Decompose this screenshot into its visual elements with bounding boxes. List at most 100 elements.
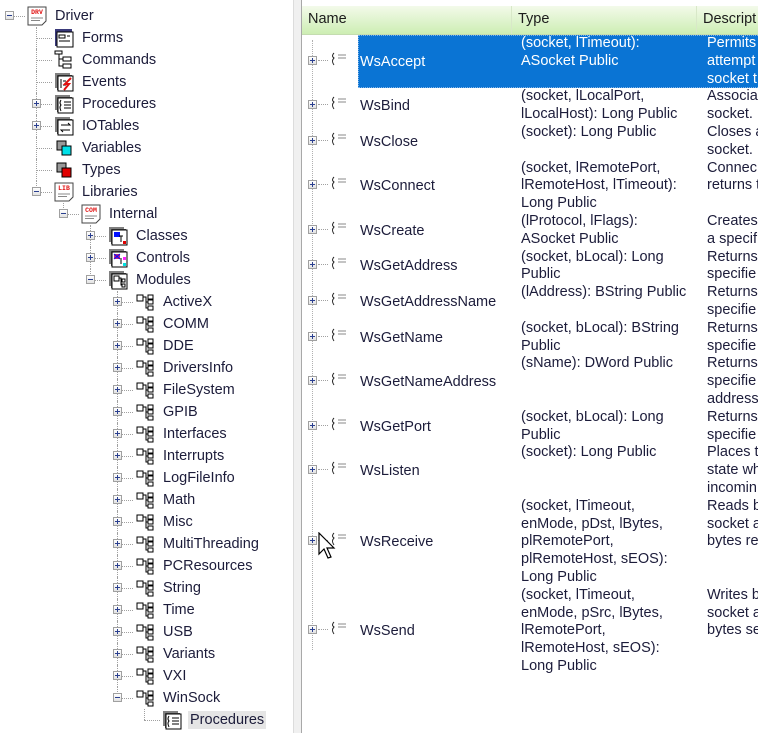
expand-icon[interactable] (308, 224, 317, 234)
expand-icon[interactable] (308, 55, 317, 65)
list-row-wsaccept[interactable]: WsAccept (socket, lTimeout): ASocket Publi… (302, 35, 758, 89)
tree-item-label[interactable]: Modules (134, 271, 193, 289)
collapse-icon[interactable] (113, 693, 122, 702)
tree-item-variants[interactable]: Variants (0, 643, 293, 665)
tree-item-label[interactable]: Procedures (80, 95, 158, 113)
expand-icon[interactable] (113, 517, 122, 526)
column-header-description[interactable]: Descript (697, 6, 758, 34)
tree-item-label[interactable]: Types (80, 161, 123, 179)
list-row-wsclose[interactable]: WsClose (socket): Long Public Closes a sock… (302, 124, 758, 160)
collapse-icon[interactable] (59, 209, 68, 218)
expand-icon[interactable] (113, 363, 122, 372)
expand-icon[interactable] (308, 625, 317, 635)
tree-item-label[interactable]: Variables (80, 139, 143, 157)
list-row-wsconnect[interactable]: WsConnect (socket, lRemotePort, lRemoteHos… (302, 160, 758, 213)
project-tree[interactable]: DRV Driver Forms Commands Events Procedures IO… (0, 0, 293, 733)
tree-item-label[interactable]: Time (161, 601, 197, 619)
expand-icon[interactable] (113, 451, 122, 460)
tree-item-winsock[interactable]: WinSock (0, 687, 293, 709)
procedure-name[interactable]: WsListen (360, 463, 510, 481)
procedure-name[interactable]: WsGetAddressName (360, 294, 510, 312)
tree-item-events[interactable]: Events (0, 71, 293, 93)
expand-icon[interactable] (113, 627, 122, 636)
expand-icon[interactable] (113, 605, 122, 614)
tree-item-math[interactable]: Math (0, 489, 293, 511)
list-row-wsgetport[interactable]: WsGetPort (socket, bLocal): Long Public Ret… (302, 409, 758, 445)
tree-item-label[interactable]: Events (80, 73, 128, 91)
collapse-icon[interactable] (5, 11, 14, 20)
expand-icon[interactable] (308, 376, 317, 386)
tree-item-label[interactable]: Procedures (188, 711, 267, 729)
tree-item-internal[interactable]: COM Internal (0, 203, 293, 225)
tree-item-label[interactable]: Forms (80, 29, 125, 47)
tree-item-pcresources[interactable]: PCResources (0, 555, 293, 577)
expand-icon[interactable] (113, 385, 122, 394)
procedure-name[interactable]: WsGetPort (360, 419, 510, 437)
expand-icon[interactable] (308, 135, 317, 145)
tree-item-label[interactable]: VXI (161, 667, 188, 685)
tree-item-interrupts[interactable]: Interrupts (0, 445, 293, 467)
tree-item-label[interactable]: USB (161, 623, 195, 641)
procedure-list[interactable]: Name Type Descript WsAccept (socket, lTim… (302, 0, 758, 733)
list-row-wsgetnameaddress[interactable]: WsGetNameAddress (sName): DWord Public Ret… (302, 355, 758, 408)
tree-item-iotables[interactable]: IOTables (0, 115, 293, 137)
tree-item-filesystem[interactable]: FileSystem (0, 379, 293, 401)
expand-icon[interactable] (308, 536, 317, 546)
tree-item-misc[interactable]: Misc (0, 511, 293, 533)
expand-icon[interactable] (113, 539, 122, 548)
tree-item-label[interactable]: MultiThreading (161, 535, 261, 553)
list-row-wssend[interactable]: WsSend (socket, lTimeout, enMode, pSrc, lB… (302, 587, 758, 676)
expand-icon[interactable] (86, 253, 95, 262)
list-row-wslisten[interactable]: WsListen (socket): Long Public Places t sta… (302, 444, 758, 497)
procedure-name[interactable]: WsBind (360, 98, 510, 116)
tree-item-label[interactable]: DriversInfo (161, 359, 235, 377)
procedure-name[interactable]: WsConnect (360, 178, 510, 196)
procedure-name[interactable]: WsReceive (360, 534, 510, 552)
list-row-wsreceive[interactable]: WsReceive (socket, lTimeout, enMode, pDst,… (302, 498, 758, 587)
tree-item-usb[interactable]: USB (0, 621, 293, 643)
expand-icon[interactable] (113, 473, 122, 482)
expand-icon[interactable] (113, 671, 122, 680)
procedure-name[interactable]: WsClose (360, 134, 510, 152)
tree-item-label[interactable]: Interfaces (161, 425, 229, 443)
tree-item-forms[interactable]: Forms (0, 27, 293, 49)
procedure-name[interactable]: WsCreate (360, 223, 510, 241)
expand-icon[interactable] (113, 495, 122, 504)
tree-item-libraries[interactable]: LIB Libraries (0, 181, 293, 203)
tree-item-label[interactable]: LogFileInfo (161, 469, 237, 487)
list-row-wsgetname[interactable]: WsGetName (socket, bLocal): BString Public… (302, 320, 758, 356)
expand-icon[interactable] (308, 331, 317, 341)
column-header-type[interactable]: Type (512, 6, 697, 34)
collapse-icon[interactable] (86, 275, 95, 284)
tree-item-label[interactable]: Classes (134, 227, 190, 245)
panel-splitter[interactable] (293, 0, 302, 733)
list-row-wsgetaddressname[interactable]: WsGetAddressName (lAddress): BString Publ… (302, 284, 758, 320)
column-header-name[interactable]: Name (302, 6, 512, 34)
expand-icon[interactable] (308, 420, 317, 430)
tree-item-types[interactable]: Types (0, 159, 293, 181)
expand-icon[interactable] (32, 99, 41, 108)
procedure-name[interactable]: WsGetNameAddress (360, 374, 510, 392)
tree-item-label[interactable]: Internal (107, 205, 159, 223)
tree-item-variables[interactable]: Variables (0, 137, 293, 159)
tree-item-comm[interactable]: COMM (0, 313, 293, 335)
tree-item-multithreading[interactable]: MultiThreading (0, 533, 293, 555)
tree-item-label[interactable]: Libraries (80, 183, 140, 201)
expand-icon[interactable] (113, 341, 122, 350)
tree-item-label[interactable]: COMM (161, 315, 211, 333)
tree-item-label[interactable]: Controls (134, 249, 192, 267)
expand-icon[interactable] (308, 100, 317, 110)
tree-item-classes[interactable]: Classes (0, 225, 293, 247)
tree-item-label[interactable]: PCResources (161, 557, 254, 575)
expand-icon[interactable] (308, 465, 317, 475)
tree-item-commands[interactable]: Commands (0, 49, 293, 71)
expand-icon[interactable] (308, 180, 317, 190)
tree-item-label[interactable]: Misc (161, 513, 195, 531)
expand-icon[interactable] (86, 231, 95, 240)
tree-item-activex[interactable]: ActiveX (0, 291, 293, 313)
tree-item-procedures[interactable]: Procedures (0, 93, 293, 115)
tree-item-label[interactable]: IOTables (80, 117, 141, 135)
tree-item-modules[interactable]: Modules (0, 269, 293, 291)
tree-item-controls[interactable]: Controls (0, 247, 293, 269)
tree-item-label[interactable]: DDE (161, 337, 196, 355)
